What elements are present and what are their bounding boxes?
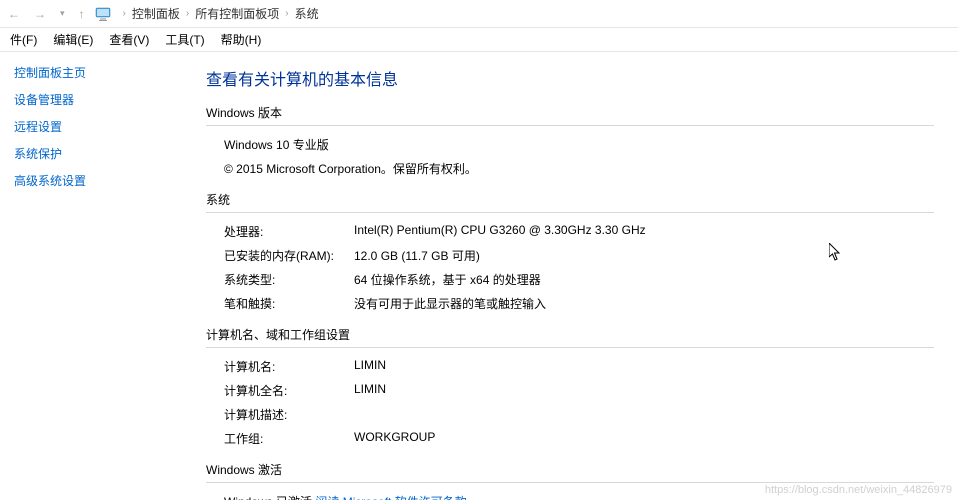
sidebar-home[interactable]: 控制面板主页 (14, 64, 200, 81)
menu-help[interactable]: 帮助(H) (213, 29, 270, 50)
sidebar-advanced-settings[interactable]: 高级系统设置 (14, 172, 200, 189)
menu-bar: 件(F) 编辑(E) 查看(V) 工具(T) 帮助(H) (0, 28, 958, 52)
sidebar-system-protection[interactable]: 系统保护 (14, 145, 200, 162)
nav-dropdown-icon[interactable]: ▾ (56, 6, 69, 21)
row-description: 计算机描述: (224, 406, 934, 423)
row-computer-name: 计算机名: LIMIN (224, 358, 934, 375)
activation-status: Windows 已激活 (224, 495, 315, 500)
chevron-right-icon: › (123, 8, 126, 19)
system-icon (95, 6, 111, 22)
breadcrumb-item[interactable]: 系统 (295, 5, 319, 22)
row-pen-touch: 笔和触摸: 没有可用于此显示器的笔或触控输入 (224, 295, 934, 312)
nav-forward-icon[interactable]: → (30, 5, 50, 23)
label-computer-name: 计算机名: (224, 358, 354, 375)
value-system-type: 64 位操作系统，基于 x64 的处理器 (354, 271, 541, 288)
label-pen-touch: 笔和触摸: (224, 295, 354, 312)
sidebar-remote-settings[interactable]: 远程设置 (14, 118, 200, 135)
value-processor: Intel(R) Pentium(R) CPU G3260 @ 3.30GHz … (354, 223, 646, 240)
section-computer-name: 计算机名、域和工作组设置 (206, 326, 934, 348)
content-panel: 查看有关计算机的基本信息 Windows 版本 Windows 10 专业版 ©… (200, 52, 958, 500)
section-activation: Windows 激活 (206, 461, 934, 483)
row-processor: 处理器: Intel(R) Pentium(R) CPU G3260 @ 3.3… (224, 223, 934, 240)
body-area: 控制面板主页 设备管理器 远程设置 系统保护 高级系统设置 查看有关计算机的基本… (0, 52, 958, 500)
breadcrumb-item[interactable]: 控制面板 (132, 5, 180, 22)
page-title: 查看有关计算机的基本信息 (206, 66, 934, 90)
section-windows-edition: Windows 版本 (206, 104, 934, 126)
row-full-name: 计算机全名: LIMIN (224, 382, 934, 399)
breadcrumb-item[interactable]: 所有控制面板项 (195, 5, 279, 22)
menu-view[interactable]: 查看(V) (101, 29, 157, 50)
license-terms-link[interactable]: 阅读 Microsoft 软件许可条款 (315, 495, 466, 500)
chevron-right-icon: › (285, 8, 288, 19)
label-system-type: 系统类型: (224, 271, 354, 288)
system-block: 处理器: Intel(R) Pentium(R) CPU G3260 @ 3.3… (206, 223, 934, 312)
menu-file[interactable]: 件(F) (2, 29, 45, 50)
address-bar: ← → ▾ ↑ › 控制面板 › 所有控制面板项 › 系统 (0, 0, 958, 28)
value-workgroup: WORKGROUP (354, 430, 435, 447)
menu-tools[interactable]: 工具(T) (157, 29, 212, 50)
value-pen-touch: 没有可用于此显示器的笔或触控输入 (354, 295, 546, 312)
label-full-name: 计算机全名: (224, 382, 354, 399)
sidebar: 控制面板主页 设备管理器 远程设置 系统保护 高级系统设置 (0, 52, 200, 500)
breadcrumb: › 控制面板 › 所有控制面板项 › 系统 (117, 5, 319, 22)
watermark: https://blog.csdn.net/weixin_44826979 (765, 484, 952, 496)
nav-up-icon[interactable]: ↑ (75, 5, 89, 23)
label-workgroup: 工作组: (224, 430, 354, 447)
windows-edition-value: Windows 10 专业版 (224, 136, 934, 153)
nav-back-icon[interactable]: ← (4, 5, 24, 23)
sidebar-device-manager[interactable]: 设备管理器 (14, 91, 200, 108)
menu-edit[interactable]: 编辑(E) (45, 29, 101, 50)
row-workgroup: 工作组: WORKGROUP (224, 430, 934, 447)
chevron-right-icon: › (186, 8, 189, 19)
windows-copyright: © 2015 Microsoft Corporation。保留所有权利。 (224, 160, 934, 177)
label-description: 计算机描述: (224, 406, 354, 423)
row-ram: 已安装的内存(RAM): 12.0 GB (11.7 GB 可用) (224, 247, 934, 264)
windows-edition-block: Windows 10 专业版 © 2015 Microsoft Corporat… (206, 136, 934, 177)
value-ram: 12.0 GB (11.7 GB 可用) (354, 247, 480, 264)
label-ram: 已安装的内存(RAM): (224, 247, 354, 264)
section-system: 系统 (206, 191, 934, 213)
value-full-name: LIMIN (354, 382, 386, 399)
label-processor: 处理器: (224, 223, 354, 240)
nav-arrows: ← → ▾ ↑ (4, 5, 89, 23)
value-computer-name: LIMIN (354, 358, 386, 375)
computer-block: 计算机名: LIMIN 计算机全名: LIMIN 计算机描述: 工作组: WOR… (206, 358, 934, 447)
row-system-type: 系统类型: 64 位操作系统，基于 x64 的处理器 (224, 271, 934, 288)
